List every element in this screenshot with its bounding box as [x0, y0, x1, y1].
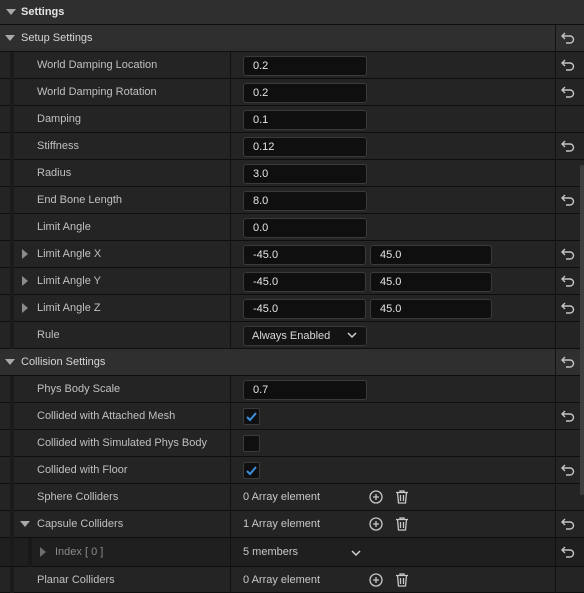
reset-arrow-icon[interactable] — [561, 301, 575, 315]
limit-angle-z-max-input[interactable]: 45.0 — [370, 299, 492, 319]
settings-title: Settings — [21, 6, 65, 18]
radius-input[interactable]: 3.0 — [243, 164, 367, 184]
phys-body-scale-input[interactable]: 0.7 — [243, 380, 367, 400]
property-label: Limit Angle Y — [37, 275, 102, 287]
limit-angle-y-min-input[interactable]: -45.0 — [243, 272, 366, 292]
reset-arrow-icon[interactable] — [561, 247, 575, 261]
world-damping-location-input[interactable]: 0.2 — [243, 56, 367, 76]
limit-angle-z-row: Limit Angle Z -45.0 45.0 — [0, 295, 584, 322]
property-label: Collided with Attached Mesh — [37, 410, 176, 422]
reset-arrow-icon[interactable] — [561, 274, 575, 288]
limit-angle-row: Limit Angle 0.0 — [0, 214, 584, 241]
property-label: Phys Body Scale — [37, 383, 121, 395]
world-damping-rotation-row: World Damping Rotation 0.2 — [0, 79, 584, 106]
checkmark-icon — [246, 412, 257, 422]
reset-arrow-icon[interactable] — [561, 355, 575, 369]
category-label: Setup Settings — [21, 32, 93, 44]
sphere-colliders-row: Sphere Colliders 0 Array element — [0, 484, 584, 511]
expand-arrow-icon[interactable] — [22, 303, 28, 313]
plus-circle-icon[interactable] — [368, 572, 384, 588]
property-label: End Bone Length — [37, 194, 123, 206]
end-bone-length-row: End Bone Length 8.0 — [0, 187, 584, 214]
capsule-index-row: Index [ 0 ] 5 members — [0, 538, 584, 567]
property-label: Planar Colliders — [37, 574, 115, 586]
reset-arrow-icon[interactable] — [561, 545, 575, 559]
limit-angle-y-max-input[interactable]: 45.0 — [370, 272, 492, 292]
damping-row: Damping 0.1 — [0, 106, 584, 133]
collision-settings-category[interactable]: Collision Settings — [0, 349, 584, 376]
stiffness-row: Stiffness 0.12 — [0, 133, 584, 160]
collapse-arrow-icon[interactable] — [6, 9, 16, 15]
rule-dropdown[interactable]: Always Enabled — [243, 326, 367, 346]
collapse-arrow-icon[interactable] — [5, 359, 15, 365]
checkmark-icon — [246, 466, 257, 476]
plus-circle-icon[interactable] — [368, 516, 384, 532]
property-label: Limit Angle X — [37, 248, 102, 260]
simulated-phys-body-row: Collided with Simulated Phys Body — [0, 430, 584, 457]
reset-arrow-icon[interactable] — [561, 517, 575, 531]
settings-header[interactable]: Settings — [0, 0, 584, 25]
reset-arrow-icon[interactable] — [561, 31, 575, 45]
plus-circle-icon[interactable] — [368, 489, 384, 505]
reset-arrow-icon[interactable] — [561, 409, 575, 423]
property-label: Capsule Colliders — [37, 518, 124, 530]
limit-angle-y-row: Limit Angle Y -45.0 45.0 — [0, 268, 584, 295]
damping-input[interactable]: 0.1 — [243, 110, 367, 130]
rule-selected-value: Always Enabled — [252, 330, 331, 342]
array-count: 0 Array element — [243, 491, 321, 503]
simulated-phys-body-checkbox[interactable] — [243, 435, 260, 452]
property-label: Limit Angle Z — [37, 302, 101, 314]
limit-angle-x-min-input[interactable]: -45.0 — [243, 245, 366, 265]
array-count: 0 Array element — [243, 574, 321, 586]
property-label: Limit Angle — [37, 221, 91, 233]
category-label: Collision Settings — [21, 356, 106, 368]
array-count: 1 Array element — [243, 518, 321, 530]
limit-angle-input[interactable]: 0.0 — [243, 218, 367, 238]
setup-settings-category[interactable]: Setup Settings — [0, 25, 584, 52]
limit-angle-x-max-input[interactable]: 45.0 — [370, 245, 492, 265]
floor-row: Collided with Floor — [0, 457, 584, 484]
trash-icon[interactable] — [394, 572, 410, 588]
floor-checkbox[interactable] — [243, 462, 260, 479]
property-label: Sphere Colliders — [37, 491, 119, 503]
expand-arrow-icon[interactable] — [40, 547, 46, 557]
property-label: Damping — [37, 113, 82, 125]
chevron-down-icon — [347, 332, 357, 339]
chevron-down-icon[interactable] — [350, 547, 362, 559]
property-label: Radius — [37, 167, 72, 179]
limit-angle-z-min-input[interactable]: -45.0 — [243, 299, 366, 319]
property-label: Stiffness — [37, 140, 79, 152]
collapse-arrow-icon[interactable] — [20, 521, 30, 527]
capsule-colliders-row: Capsule Colliders 1 Array element — [0, 511, 584, 538]
reset-arrow-icon[interactable] — [561, 58, 575, 72]
reset-arrow-icon[interactable] — [561, 139, 575, 153]
rule-row: Rule Always Enabled — [0, 322, 584, 349]
attached-mesh-row: Collided with Attached Mesh — [0, 403, 584, 430]
collapse-arrow-icon[interactable] — [5, 35, 15, 41]
scrollbar[interactable] — [580, 165, 584, 495]
property-label: Collided with Simulated Phys Body — [37, 437, 207, 449]
stiffness-input[interactable]: 0.12 — [243, 137, 367, 157]
reset-arrow-icon[interactable] — [561, 463, 575, 477]
members-count: 5 members — [243, 546, 299, 558]
reset-arrow-icon[interactable] — [561, 85, 575, 99]
index-label: Index [ 0 ] — [55, 546, 104, 558]
world-damping-location-row: World Damping Location 0.2 — [0, 52, 584, 79]
planar-colliders-row: Planar Colliders 0 Array element — [0, 567, 584, 593]
limit-angle-x-row: Limit Angle X -45.0 45.0 — [0, 241, 584, 268]
end-bone-length-input[interactable]: 8.0 — [243, 191, 367, 211]
world-damping-rotation-input[interactable]: 0.2 — [243, 83, 367, 103]
expand-arrow-icon[interactable] — [22, 249, 28, 259]
property-label: Rule — [37, 329, 60, 341]
attached-mesh-checkbox[interactable] — [243, 408, 260, 425]
trash-icon[interactable] — [394, 516, 410, 532]
expand-arrow-icon[interactable] — [22, 276, 28, 286]
reset-arrow-icon[interactable] — [561, 193, 575, 207]
trash-icon[interactable] — [394, 489, 410, 505]
property-label: World Damping Location — [37, 59, 158, 71]
property-label: World Damping Rotation — [37, 86, 157, 98]
property-label: Collided with Floor — [37, 464, 128, 476]
radius-row: Radius 3.0 — [0, 160, 584, 187]
phys-body-scale-row: Phys Body Scale 0.7 — [0, 376, 584, 403]
